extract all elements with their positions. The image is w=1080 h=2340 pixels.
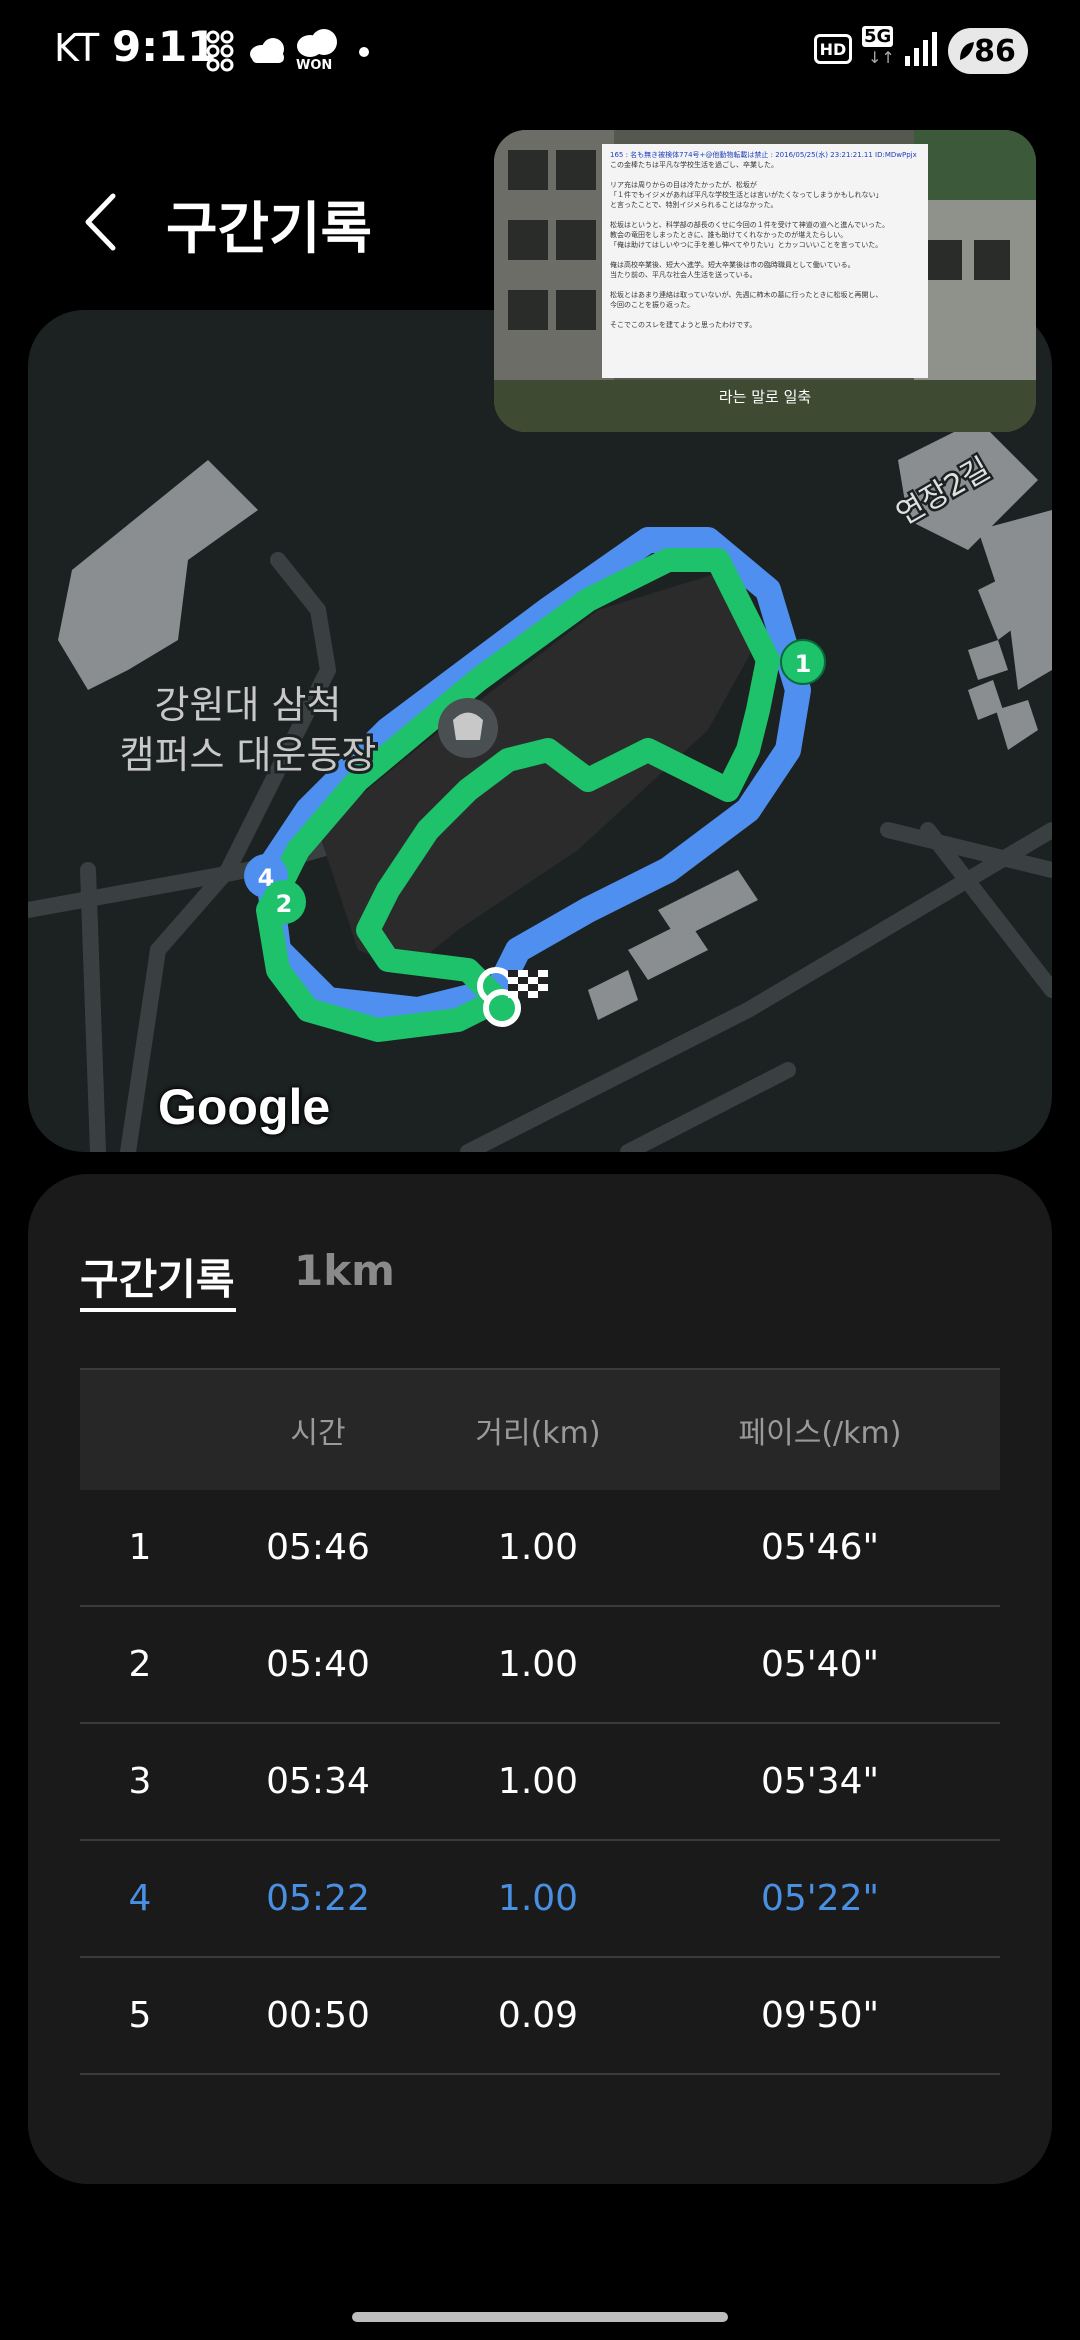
table-row[interactable]: 1 05:46 1.00 05'46": [80, 1490, 1000, 1607]
tab-active-indicator: [80, 1308, 236, 1312]
stadium-pin-icon: [438, 698, 498, 758]
lap-time: 05:40: [266, 1644, 370, 1685]
lap-pace: 05'46": [760, 1527, 880, 1568]
google-logo: Google: [158, 1079, 331, 1135]
lap-marker-1[interactable]: 1: [780, 639, 826, 685]
status-clock: 9:11: [112, 22, 217, 71]
table-header: 시간 거리(km) 페이스(/km): [80, 1368, 1000, 1490]
lap-pace: 09'50": [760, 1995, 880, 2036]
carrier-label: KT: [54, 26, 100, 70]
5g-icon: 5G ↓↑: [862, 26, 895, 67]
svg-text:1: 1: [795, 650, 812, 678]
lap-pace: 05'40": [760, 1644, 880, 1685]
lap-distance: 1.00: [497, 1527, 579, 1568]
battery-icon: 86: [948, 28, 1028, 74]
chevron-left-icon: [85, 193, 116, 251]
lap-time: 05:22: [266, 1878, 370, 1919]
lap-number: 1: [128, 1527, 152, 1568]
map-canvas: 강원대 삼척 캠퍼스 대운동장 연장2길 1 4 2: [28, 420, 1052, 1152]
lap-distance: 1.00: [497, 1878, 579, 1919]
lap-time: 05:46: [266, 1527, 370, 1568]
table-row[interactable]: 2 05:40 1.00 05'40": [80, 1607, 1000, 1724]
place-label-line2: 캠퍼스 대운동장: [120, 733, 377, 777]
tab-1km[interactable]: 1km: [294, 1246, 395, 1295]
cloud-icon: [250, 38, 284, 63]
lap-number: 4: [128, 1878, 152, 1919]
lap-time: 05:34: [266, 1761, 370, 1802]
lap-table: 시간 거리(km) 페이스(/km) 1 05:46 1.00 05'46" 2…: [80, 1368, 1000, 2075]
lap-panel: 구간기록 1km 시간 거리(km) 페이스(/km) 1 05:46 1.00…: [28, 1174, 1052, 2184]
dot-icon: [359, 47, 369, 57]
lap-marker-2[interactable]: 2: [262, 880, 306, 924]
hd-icon: HD: [814, 34, 852, 64]
finish-flag-icon: [508, 970, 548, 998]
svg-text:2: 2: [276, 890, 293, 918]
hd-label: HD: [819, 39, 847, 59]
pip-video-overlay[interactable]: 165 : 名も無き被検体774号+@他動物転載は禁止 : 2016/05/25…: [494, 130, 1036, 432]
lap-distance: 0.09: [497, 1995, 579, 2036]
table-row[interactable]: 3 05:34 1.00 05'34": [80, 1724, 1000, 1841]
lap-number: 2: [128, 1644, 152, 1685]
grid-icon: [206, 30, 234, 72]
battery-level: 86: [974, 33, 1016, 69]
net-label: 5G: [862, 26, 894, 47]
signal-icon: [905, 32, 937, 66]
lap-number: 3: [128, 1761, 152, 1802]
lap-distance: 1.00: [497, 1644, 579, 1685]
lap-time: 00:50: [266, 1995, 370, 2036]
leaf-icon: [960, 42, 974, 60]
back-button[interactable]: [70, 182, 130, 262]
place-label-line1: 강원대 삼척: [155, 683, 342, 727]
header-time: 시간: [290, 1416, 346, 1451]
home-indicator[interactable]: [352, 2312, 728, 2322]
pip-caption: 라는 말로 일축: [718, 388, 812, 406]
page-title: 구간기록: [166, 197, 373, 262]
status-bar: KT 9:11 WON HD 5G ↓↑ 86: [0, 0, 1080, 100]
lap-pace: 05'34": [760, 1761, 880, 1802]
lap-pace: 05'22": [760, 1878, 880, 1919]
pip-document: 165 : 名も無き被検体774号+@他動物転載は禁止 : 2016/05/25…: [602, 144, 928, 378]
won-label: WON: [296, 58, 333, 73]
table-row[interactable]: 5 00:50 0.09 09'50": [80, 1958, 1000, 2075]
table-row-highlighted[interactable]: 4 05:22 1.00 05'22": [80, 1841, 1000, 1958]
header-distance: 거리(km): [475, 1416, 601, 1451]
lap-distance: 1.00: [497, 1761, 579, 1802]
lap-number: 5: [128, 1995, 152, 2036]
won-badge-icon: WON: [294, 28, 340, 76]
tab-lap-records[interactable]: 구간기록: [80, 1246, 235, 1307]
header-pace: 페이스(/km): [738, 1416, 902, 1451]
route-map[interactable]: 강원대 삼척 캠퍼스 대운동장 연장2길 1 4 2 Google: [28, 310, 1052, 1152]
